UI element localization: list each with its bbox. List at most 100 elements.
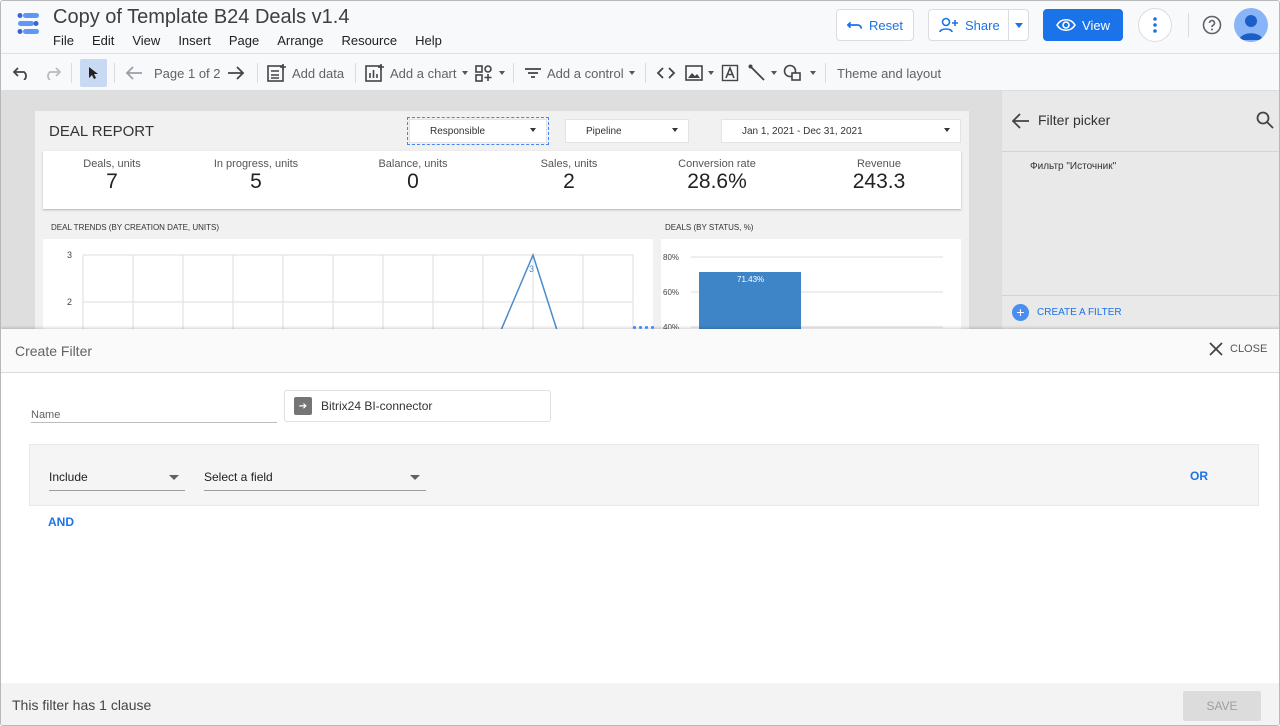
add-data-icon [267, 64, 286, 82]
undo-button[interactable] [13, 54, 31, 92]
more-vert-icon [1153, 17, 1157, 33]
search-icon[interactable] [1256, 111, 1274, 129]
create-filter-panel: Create Filter CLOSE Name ➔ Bitrix24 BI-c… [1, 326, 1279, 725]
toolbar: Page 1 of 2 Add data Add a chart Add a c… [1, 53, 1279, 92]
menu-edit[interactable]: Edit [92, 33, 114, 48]
view-button[interactable]: View [1043, 9, 1123, 41]
add-chart-button[interactable]: Add a chart [365, 54, 468, 92]
kpi-scorecards[interactable]: Deals, units 7 In progress, units 5 Bala… [43, 151, 961, 209]
document-title[interactable]: Copy of Template B24 Deals v1.4 [53, 6, 349, 29]
menu-view[interactable]: View [132, 33, 160, 48]
kpi-label: Balance, units [378, 158, 448, 170]
menu-help[interactable]: Help [415, 33, 442, 48]
chevron-down-icon [169, 475, 179, 480]
report-canvas: DEAL REPORT Responsible Pipeline Jan 1, … [1, 91, 1001, 359]
kpi-label: Revenue [856, 158, 902, 170]
view-label: View [1082, 17, 1110, 33]
include-select-value: Include [49, 470, 88, 484]
pipeline-filter-control[interactable]: Pipeline [565, 119, 689, 143]
toolbar-divider [257, 63, 258, 83]
share-button[interactable]: Share [928, 9, 1029, 41]
share-label: Share [965, 17, 1000, 33]
menu-bar: File Edit View Insert Page Arrange Resou… [53, 33, 460, 48]
app-window: Copy of Template B24 Deals v1.4 File Edi… [0, 0, 1280, 726]
community-viz-icon [475, 65, 492, 82]
data-source-icon: ➔ [294, 397, 312, 415]
y-tick-label: 2 [67, 297, 72, 307]
field-select[interactable]: Select a field [204, 465, 426, 491]
menu-insert[interactable]: Insert [178, 33, 211, 48]
theme-layout-button[interactable]: Theme and layout [837, 54, 941, 92]
account-avatar[interactable] [1234, 8, 1268, 42]
toolbar-divider [645, 63, 646, 83]
toolbar-divider [71, 63, 72, 83]
data-studio-logo-icon[interactable] [15, 11, 41, 37]
share-dropdown-icon[interactable] [1008, 10, 1028, 40]
close-icon [1209, 342, 1223, 356]
name-field[interactable]: Name [31, 405, 277, 423]
reset-label: Reset [869, 17, 903, 33]
line-button[interactable] [748, 54, 777, 92]
select-icon [88, 67, 98, 79]
kpi-label: Conversion rate [678, 158, 756, 170]
kpi-value: 5 [250, 170, 262, 193]
responsible-filter-control[interactable]: Responsible [407, 117, 549, 145]
kpi-value: 28.6% [687, 170, 747, 193]
image-button[interactable] [685, 54, 714, 92]
data-source-chip[interactable]: ➔ Bitrix24 BI-connector [284, 390, 551, 422]
close-button[interactable]: CLOSE [1209, 342, 1267, 356]
shape-icon [783, 64, 801, 81]
reset-button[interactable]: Reset [836, 9, 914, 41]
filter-picker-title: Filter picker [1038, 112, 1111, 128]
filter-list-item[interactable]: Фильтр "Источник" [1030, 161, 1116, 172]
embed-code-button[interactable] [656, 54, 676, 92]
shape-button[interactable] [783, 54, 816, 92]
back-arrow-icon[interactable] [1012, 113, 1030, 129]
text-icon [721, 64, 739, 82]
shape-dropdown-icon [810, 71, 816, 75]
menu-page[interactable]: Page [229, 33, 259, 48]
redo-button[interactable] [43, 54, 61, 92]
divider [1002, 295, 1279, 296]
add-control-button[interactable]: Add a control [524, 54, 635, 92]
date-range-control[interactable]: Jan 1, 2021 - Dec 31, 2021 [721, 119, 961, 143]
filter-picker-panel: Filter picker Фильтр "Источник" + CREATE… [1001, 91, 1279, 329]
report-page: DEAL REPORT Responsible Pipeline Jan 1, … [35, 111, 969, 359]
menu-file[interactable]: File [53, 33, 74, 48]
text-button[interactable] [721, 54, 739, 92]
save-button[interactable]: SAVE [1183, 691, 1261, 721]
panel-title: Create Filter [15, 343, 93, 359]
kpi-value: 243.3 [852, 170, 906, 193]
community-viz-button[interactable] [474, 54, 505, 92]
status-chart-title: DEALS (BY STATUS, %) [665, 223, 754, 232]
create-filter-link[interactable]: + CREATE A FILTER [1012, 304, 1122, 321]
kpi-label: Deals, units [83, 158, 141, 170]
menu-arrange[interactable]: Arrange [277, 33, 323, 48]
eye-icon [1056, 18, 1076, 32]
add-person-icon [939, 17, 958, 33]
next-page-button[interactable] [227, 54, 245, 92]
toolbar-divider [114, 63, 115, 83]
control-icon [525, 68, 541, 78]
add-control-label: Add a control [547, 65, 624, 81]
community-viz-dropdown-icon [499, 71, 505, 75]
and-button[interactable]: AND [48, 515, 74, 529]
kpi-label: In progress, units [213, 158, 299, 170]
include-exclude-select[interactable]: Include [49, 465, 185, 491]
prev-page-button[interactable] [125, 54, 143, 92]
more-options-button[interactable] [1138, 8, 1172, 42]
or-button[interactable]: OR [1190, 469, 1208, 483]
report-title[interactable]: DEAL REPORT [49, 123, 154, 140]
add-data-button[interactable]: Add data [267, 54, 344, 92]
menu-resource[interactable]: Resource [341, 33, 397, 48]
help-button[interactable] [1195, 8, 1229, 42]
y-tick-label: 60% [663, 288, 679, 297]
bar-value-label: 71.43% [737, 275, 764, 284]
toolbar-divider [513, 63, 514, 83]
toolbar-divider [825, 63, 826, 83]
kpi-value: 2 [563, 170, 575, 193]
page-indicator[interactable]: Page 1 of 2 [154, 54, 221, 92]
date-range-label: Jan 1, 2021 - Dec 31, 2021 [742, 125, 863, 137]
prev-page-icon [125, 66, 142, 80]
select-tool-button[interactable] [80, 59, 107, 87]
